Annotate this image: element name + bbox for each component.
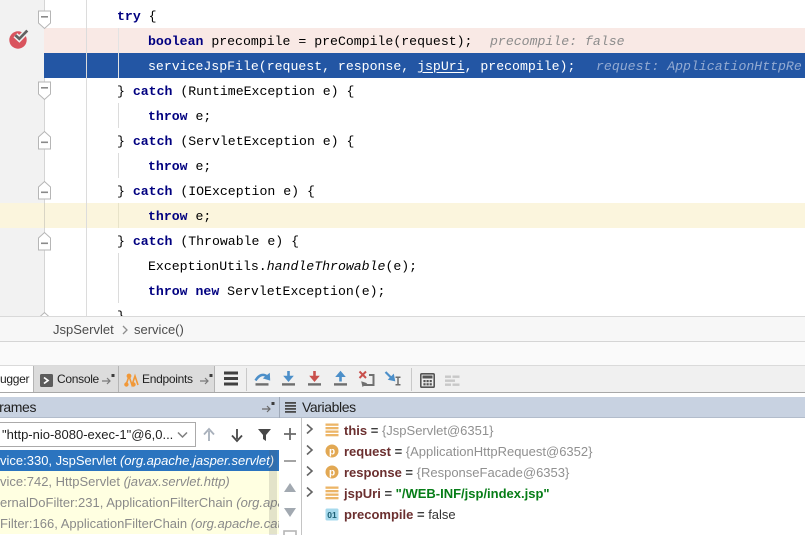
svg-text:p: p [329,447,335,458]
svg-text:01: 01 [327,510,337,520]
svg-text:p: p [329,468,335,479]
